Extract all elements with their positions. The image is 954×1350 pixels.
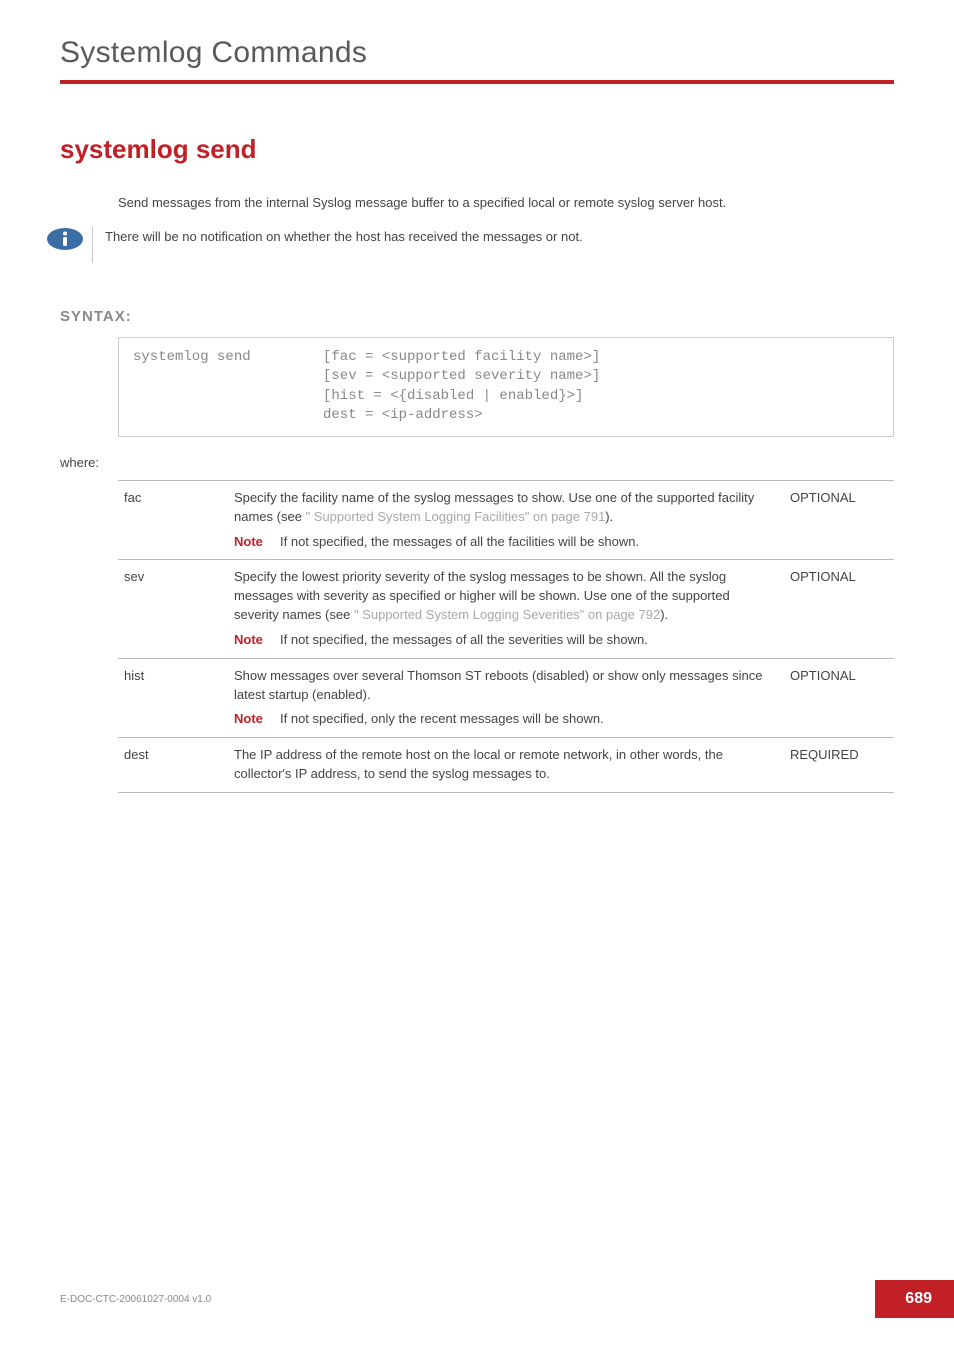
- note-divider: [92, 227, 93, 263]
- top-note-text: There will be no notification on whether…: [105, 227, 583, 254]
- param-desc-tail: ).: [605, 509, 613, 524]
- page-header-title: Systemlog Commands: [60, 36, 894, 70]
- doc-reference-link[interactable]: " Supported System Logging Facilities" o…: [306, 509, 606, 524]
- note-label: Note: [234, 533, 280, 552]
- param-required: REQUIRED: [784, 738, 894, 793]
- syntax-args: [fac = <supported facility name>] [sev =…: [323, 348, 600, 426]
- section-title: systemlog send: [60, 134, 954, 165]
- syntax-box: systemlog send[fac = <supported facility…: [118, 337, 894, 437]
- table-row: sev Specify the lowest priority severity…: [118, 560, 894, 658]
- doc-reference-link[interactable]: " Supported System Logging Severities" o…: [354, 607, 660, 622]
- syntax-label: SYNTAX:: [60, 308, 954, 325]
- note-body: If not specified, only the recent messag…: [280, 710, 778, 729]
- syntax-arg-line: [hist = <{disabled | enabled}>]: [323, 388, 583, 404]
- page-number-badge: 689: [875, 1280, 954, 1318]
- param-desc-text: The IP address of the remote host on the…: [234, 747, 723, 781]
- syntax-arg-line: [sev = <supported severity name>]: [323, 368, 600, 384]
- info-icon: [46, 227, 84, 251]
- param-desc: Show messages over several Thomson ST re…: [228, 658, 784, 738]
- param-required: OPTIONAL: [784, 480, 894, 560]
- table-row: hist Show messages over several Thomson …: [118, 658, 894, 738]
- param-desc-text: Show messages over several Thomson ST re…: [234, 668, 762, 702]
- syntax-arg-line: [fac = <supported facility name>]: [323, 349, 600, 365]
- param-required: OPTIONAL: [784, 560, 894, 658]
- param-desc: Specify the facility name of the syslog …: [228, 480, 784, 560]
- intro-text: Send messages from the internal Syslog m…: [118, 193, 894, 213]
- param-desc-tail: ).: [660, 607, 668, 622]
- parameter-table: fac Specify the facility name of the sys…: [118, 480, 894, 793]
- param-desc: Specify the lowest priority severity of …: [228, 560, 784, 658]
- param-name: fac: [118, 480, 228, 560]
- table-row: fac Specify the facility name of the sys…: [118, 480, 894, 560]
- syntax-command: systemlog send: [133, 348, 323, 368]
- where-label: where:: [60, 455, 954, 470]
- header-divider: [60, 80, 894, 84]
- note-body: If not specified, the messages of all th…: [280, 533, 778, 552]
- param-required: OPTIONAL: [784, 658, 894, 738]
- note-label: Note: [234, 710, 280, 729]
- note-body: If not specified, the messages of all th…: [280, 631, 778, 650]
- param-name: dest: [118, 738, 228, 793]
- param-desc: The IP address of the remote host on the…: [228, 738, 784, 793]
- param-name: sev: [118, 560, 228, 658]
- page-footer: E-DOC-CTC-20061027-0004 v1.0 689: [60, 1280, 954, 1318]
- table-row: dest The IP address of the remote host o…: [118, 738, 894, 793]
- top-note-row: There will be no notification on whether…: [46, 227, 894, 263]
- param-name: hist: [118, 658, 228, 738]
- syntax-arg-line: dest = <ip-address>: [323, 407, 483, 423]
- note-label: Note: [234, 631, 280, 650]
- footer-doc-id: E-DOC-CTC-20061027-0004 v1.0: [60, 1294, 211, 1305]
